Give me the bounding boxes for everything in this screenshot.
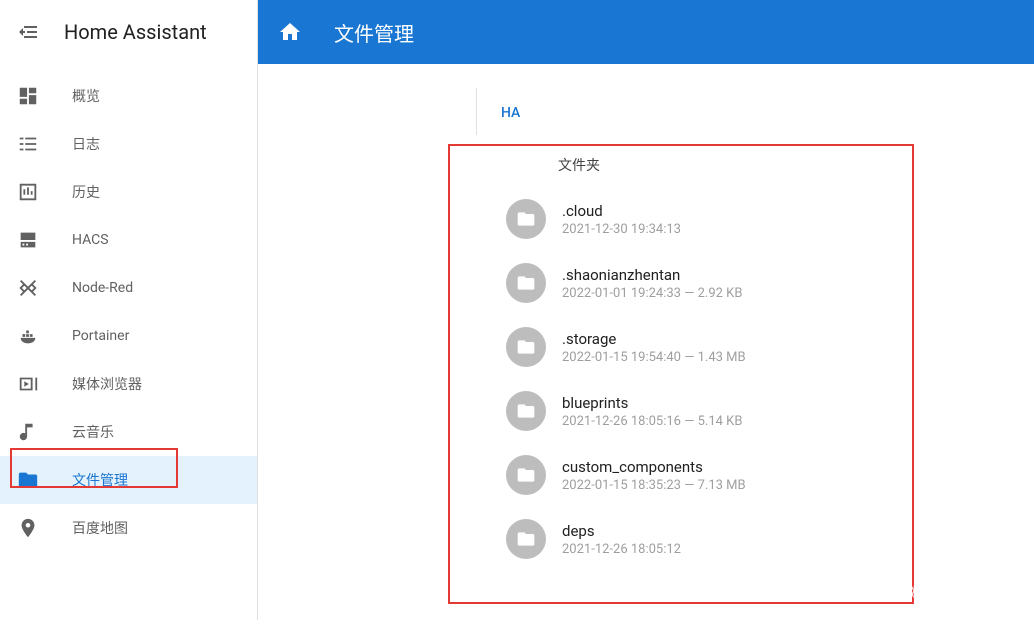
sidebar-item-map[interactable]: 百度地图 (0, 504, 257, 552)
zhihu-icon (881, 585, 899, 603)
sidebar-item-portainer[interactable]: Portainer (0, 312, 257, 360)
watermark: 知乎 @蜡笔小陈 (881, 583, 1014, 604)
folder-icon (506, 199, 546, 239)
topbar: 文件管理 (258, 0, 1034, 64)
sidebar-item-history[interactable]: 历史 (0, 168, 257, 216)
folder-name: custom_components (562, 458, 746, 476)
folder-info: .storage 2022-01-15 19:54:40 — 1.43 MB (562, 330, 746, 365)
sidebar-nav: 概览 日志 历史 HACS Node-Red Portainer 媒体浏览器 (0, 64, 257, 552)
folder-item[interactable]: deps 2021-12-26 18:05:12 (506, 507, 1034, 571)
folder-name: .shaonianzhentan (562, 266, 742, 284)
folder-item[interactable]: .storage 2022-01-15 19:54:40 — 1.43 MB (506, 315, 1034, 379)
content: HA 文件夹 .cloud 2021-12-30 19:34:13 .shaon… (258, 64, 1034, 620)
folder-meta: 2022-01-15 18:35:23 — 7.13 MB (562, 478, 746, 493)
folder-list: .cloud 2021-12-30 19:34:13 .shaonianzhen… (476, 187, 1034, 571)
folder-info: custom_components 2022-01-15 18:35:23 — … (562, 458, 746, 493)
sidebar-item-music[interactable]: 云音乐 (0, 408, 257, 456)
folder-info: .shaonianzhentan 2022-01-01 19:24:33 — 2… (562, 266, 742, 301)
breadcrumb: HA (476, 88, 1016, 135)
folder-item[interactable]: .cloud 2021-12-30 19:34:13 (506, 187, 1034, 251)
folder-icon (506, 519, 546, 559)
folder-info: deps 2021-12-26 18:05:12 (562, 522, 681, 557)
nodered-icon (16, 276, 40, 300)
folder-info: blueprints 2021-12-26 18:05:16 — 5.14 KB (562, 394, 742, 429)
portainer-icon (16, 324, 40, 348)
log-icon (16, 132, 40, 156)
folder-icon (506, 327, 546, 367)
breadcrumb-root[interactable]: HA (501, 105, 520, 121)
folder-meta: 2022-01-01 19:24:33 — 2.92 KB (562, 286, 742, 301)
sidebar-item-label: 历史 (72, 182, 100, 202)
menu-icon (16, 20, 40, 44)
folder-item[interactable]: .shaonianzhentan 2022-01-01 19:24:33 — 2… (506, 251, 1034, 315)
dashboard-icon (16, 84, 40, 108)
sidebar-item-hacs[interactable]: HACS (0, 216, 257, 264)
sidebar-item-label: 文件管理 (72, 470, 128, 490)
sidebar-item-label: Portainer (72, 328, 129, 344)
hacs-icon (16, 228, 40, 252)
sidebar-item-files[interactable]: 文件管理 (0, 456, 257, 504)
home-icon[interactable] (278, 20, 302, 44)
folder-icon (506, 455, 546, 495)
sidebar-item-label: 云音乐 (72, 422, 114, 442)
history-icon (16, 180, 40, 204)
main-area: 文件管理 HA 文件夹 .cloud 2021-12-30 19:34:13 .… (258, 0, 1034, 620)
folder-meta: 2022-01-15 19:54:40 — 1.43 MB (562, 350, 746, 365)
sidebar-item-label: 百度地图 (72, 518, 128, 538)
music-icon (16, 420, 40, 444)
folder-icon (16, 468, 40, 492)
folder-name: blueprints (562, 394, 742, 412)
sidebar-item-nodered[interactable]: Node-Red (0, 264, 257, 312)
folder-meta: 2021-12-30 19:34:13 (562, 222, 681, 237)
app-title: Home Assistant (64, 20, 207, 44)
folder-name: deps (562, 522, 681, 540)
sidebar-item-log[interactable]: 日志 (0, 120, 257, 168)
folder-icon (506, 391, 546, 431)
sidebar-item-label: HACS (72, 232, 109, 248)
folder-item[interactable]: blueprints 2021-12-26 18:05:16 — 5.14 KB (506, 379, 1034, 443)
sidebar-item-label: 概览 (72, 86, 100, 106)
sidebar-item-overview[interactable]: 概览 (0, 72, 257, 120)
sidebar-item-media[interactable]: 媒体浏览器 (0, 360, 257, 408)
sidebar: Home Assistant 概览 日志 历史 HACS Node-Red Po… (0, 0, 258, 620)
page-title: 文件管理 (334, 18, 414, 47)
folders-header: 文件夹 (476, 135, 1034, 187)
sidebar-item-label: 媒体浏览器 (72, 374, 142, 394)
folder-meta: 2021-12-26 18:05:12 (562, 542, 681, 557)
sidebar-item-label: Node-Red (72, 280, 133, 296)
map-icon (16, 516, 40, 540)
media-icon (16, 372, 40, 396)
folder-name: .cloud (562, 202, 681, 220)
folder-item[interactable]: custom_components 2022-01-15 18:35:23 — … (506, 443, 1034, 507)
folder-icon (506, 263, 546, 303)
folder-info: .cloud 2021-12-30 19:34:13 (562, 202, 681, 237)
sidebar-header: Home Assistant (0, 0, 257, 64)
sidebar-item-label: 日志 (72, 134, 100, 154)
folder-meta: 2021-12-26 18:05:16 — 5.14 KB (562, 414, 742, 429)
menu-toggle-button[interactable] (16, 20, 40, 44)
folder-name: .storage (562, 330, 746, 348)
